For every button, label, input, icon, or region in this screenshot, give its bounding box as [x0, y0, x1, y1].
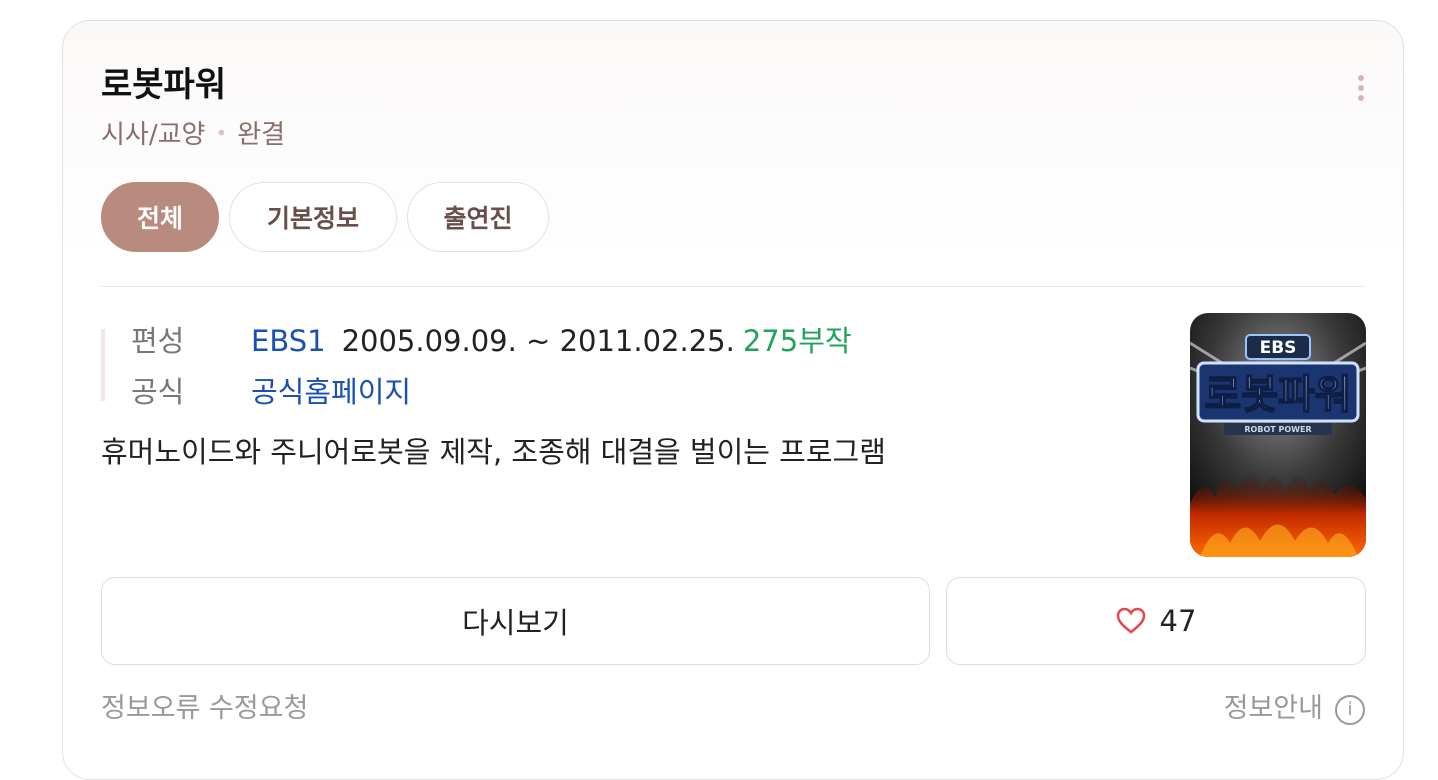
broadcast-row: 편성 EBS1 2005.09.09. ~ 2011.02.25. 275부작 [131, 323, 852, 359]
info-circle-icon: i [1335, 694, 1365, 725]
program-subtitle: 시사/교양 • 완결 [101, 119, 285, 152]
program-card: 로봇파워 시사/교양 • 완결 전체 기본정보 출연진 편성 EBS1 2005.09.… [62, 20, 1404, 780]
channel-link[interactable]: EBS1 [251, 324, 326, 358]
poster-image: EBS 로봇파워 ROBOT POWER [1190, 313, 1366, 557]
like-button[interactable]: 47 [946, 577, 1366, 665]
program-description: 휴머노이드와 주니어로봇을 제작, 조종해 대결을 벌이는 프로그램 [101, 435, 886, 469]
replay-label: 다시보기 [462, 606, 569, 640]
replay-button[interactable]: 다시보기 [101, 577, 930, 665]
separator-dot: • [215, 121, 228, 145]
broadcast-period: 2005.09.09. ~ 2011.02.25. [341, 324, 735, 358]
homepage-link[interactable]: 공식홈페이지 [251, 375, 411, 409]
heart-icon [1116, 607, 1145, 634]
program-genre: 시사/교양 [101, 120, 206, 150]
svg-text:로봇파워: 로봇파워 [1204, 372, 1351, 418]
episode-count: 275부작 [742, 324, 852, 358]
tab-bar: 전체 기본정보 출연진 [101, 182, 549, 252]
tab-cast[interactable]: 출연진 [407, 182, 549, 252]
svg-text:ROBOT POWER: ROBOT POWER [1244, 425, 1311, 434]
program-poster[interactable]: EBS 로봇파워 ROBOT POWER [1190, 313, 1366, 557]
official-row: 공식 공식홈페이지 [131, 374, 411, 410]
tab-basic-info[interactable]: 기본정보 [229, 182, 397, 252]
tab-all[interactable]: 전체 [101, 182, 219, 252]
report-error-link[interactable]: 정보오류 수정요청 [101, 691, 308, 727]
program-title: 로봇파워 [101, 65, 227, 105]
svg-text:EBS: EBS [1260, 338, 1297, 358]
info-accent-bar [101, 329, 105, 401]
like-count: 47 [1159, 604, 1197, 638]
info-guide-link[interactable]: 정보안내 i [1224, 691, 1365, 727]
more-vertical-icon[interactable] [1357, 75, 1365, 105]
divider [101, 286, 1365, 287]
broadcast-label: 편성 [131, 324, 185, 358]
program-status: 완결 [237, 120, 286, 150]
info-guide-label: 정보안내 [1223, 693, 1323, 724]
official-label: 공식 [131, 375, 185, 409]
